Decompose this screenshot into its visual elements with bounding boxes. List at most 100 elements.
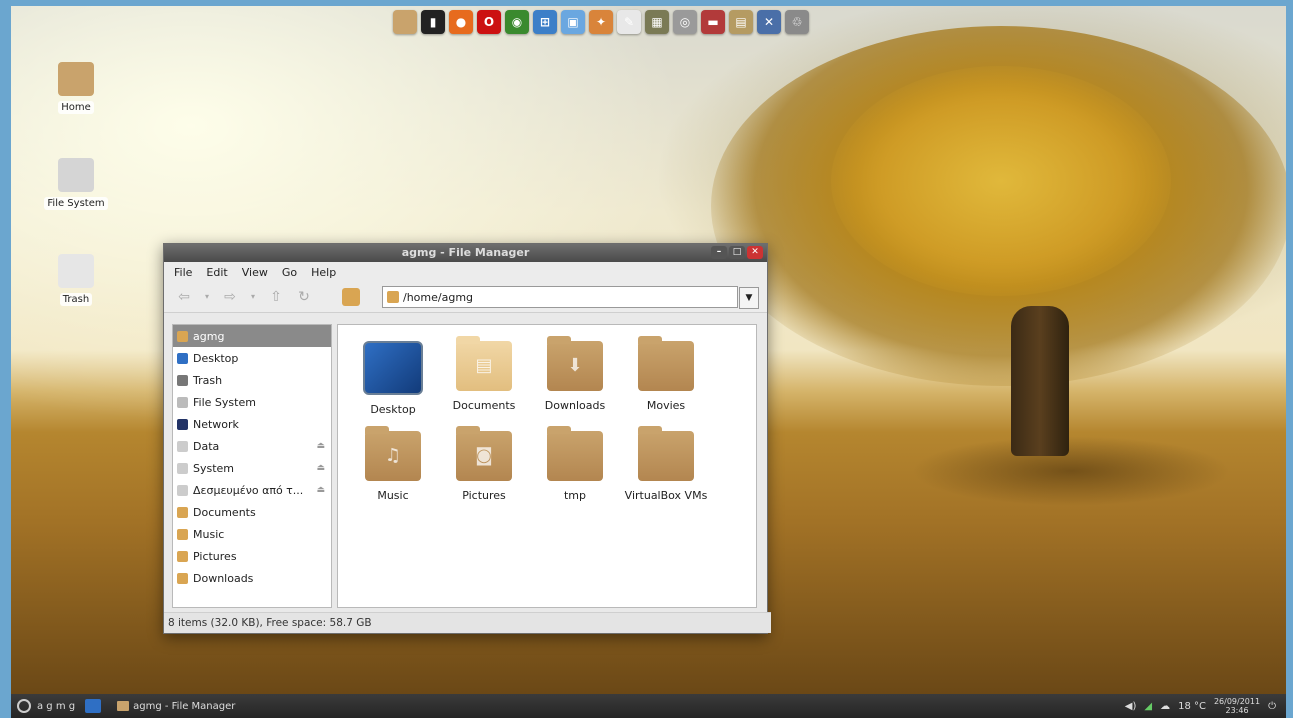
tree-trunk: [1011, 306, 1069, 456]
desktop-icon-label: File System: [44, 197, 108, 210]
sidebar-item-label: Desktop: [193, 351, 239, 365]
menu-icon[interactable]: [17, 699, 31, 713]
sidebar-item[interactable]: File System: [173, 391, 331, 413]
toolbox-icon[interactable]: ▬: [701, 10, 725, 34]
network-signal-icon[interactable]: ◢: [1144, 701, 1152, 712]
forward-button[interactable]: ⇨: [220, 287, 240, 307]
clock[interactable]: 26/09/2011 23:46: [1214, 697, 1260, 715]
desktop-icon-trash[interactable]: Trash: [36, 254, 116, 306]
trash-icon: [177, 374, 188, 386]
paint-icon[interactable]: ✦: [589, 10, 613, 34]
disc-icon[interactable]: ◎: [673, 10, 697, 34]
location-bar[interactable]: /home/agmg ▼: [382, 286, 759, 309]
window-titlebar[interactable]: agmg - File Manager – □ ✕: [164, 244, 767, 262]
eject-icon[interactable]: ⏏: [316, 463, 325, 473]
folder-emblem-icon: ♫: [384, 445, 402, 466]
settings-icon[interactable]: ✕: [757, 10, 781, 34]
menu-file[interactable]: File: [174, 266, 192, 279]
volume-icon[interactable]: ◀): [1125, 701, 1137, 712]
window-title: agmg - File Manager: [401, 246, 530, 259]
task-button-file-manager[interactable]: agmg - File Manager: [117, 701, 235, 712]
maximize-button[interactable]: □: [729, 246, 745, 259]
location-text[interactable]: /home/agmg: [403, 291, 473, 304]
up-button[interactable]: ⇧: [266, 287, 286, 307]
drive-icon: [58, 158, 94, 192]
opera-icon[interactable]: O: [477, 10, 501, 34]
file-item[interactable]: VirtualBox VMs: [621, 426, 711, 502]
menu-view[interactable]: View: [242, 266, 268, 279]
menu-go[interactable]: Go: [282, 266, 297, 279]
trash-icon[interactable]: ♲: [785, 10, 809, 34]
power-icon[interactable]: ⏻: [1268, 701, 1276, 712]
side-pane: agmg Desktop Trash File System Network Data ⏏ S…: [172, 324, 332, 608]
eject-icon[interactable]: ⏏: [316, 441, 325, 451]
back-button[interactable]: ⇦: [174, 287, 194, 307]
sidebar-item[interactable]: Network: [173, 413, 331, 435]
sidebar-item[interactable]: Desktop: [173, 347, 331, 369]
menu-edit[interactable]: Edit: [206, 266, 227, 279]
file-label: Documents: [452, 399, 516, 412]
desktop-folder-icon: [363, 341, 423, 395]
app-icon[interactable]: ⊞: [533, 10, 557, 34]
sidebar-item-label: agmg: [193, 329, 225, 343]
home-button[interactable]: [342, 288, 360, 306]
file-label: Movies: [646, 399, 686, 412]
desktop-icon-file-system[interactable]: File System: [36, 158, 116, 210]
file-item[interactable]: ⬇ Downloads: [530, 336, 620, 412]
trash-icon: [58, 254, 94, 288]
clock-date: 26/09/2011: [1213, 697, 1261, 706]
eject-icon[interactable]: ⏏: [316, 485, 325, 495]
desktop-icon: [177, 352, 188, 364]
file-item[interactable]: ◙ Pictures: [439, 426, 529, 502]
calculator-icon[interactable]: ▦: [645, 10, 669, 34]
sidebar-item[interactable]: Documents: [173, 501, 331, 523]
folder-icon: ◙: [456, 426, 512, 481]
sidebar-item-label: Δεσμευμένο από τ...: [193, 483, 304, 497]
sidebar-item[interactable]: Trash: [173, 369, 331, 391]
folder-icon: ♫: [365, 426, 421, 481]
sidebar-item[interactable]: Music: [173, 523, 331, 545]
file-item[interactable]: ▤ Documents: [439, 336, 529, 412]
drive-icon: [177, 462, 188, 474]
terminal-icon[interactable]: ▮: [421, 10, 445, 34]
forward-dropdown-icon[interactable]: ▾: [248, 287, 258, 307]
weather-temp[interactable]: 18 °C: [1178, 701, 1206, 712]
image-viewer-icon[interactable]: ▣: [561, 10, 585, 34]
folder-icon[interactable]: [393, 10, 417, 34]
file-item[interactable]: ♫ Music: [348, 426, 438, 502]
home-folder-icon: [58, 62, 94, 96]
close-button[interactable]: ✕: [747, 246, 763, 259]
sidebar-item-label: Network: [193, 417, 239, 431]
sidebar-item[interactable]: Downloads: [173, 567, 331, 589]
file-item[interactable]: Movies: [621, 336, 711, 412]
status-text: 8 items (32.0 KB), Free space: 58.7 GB: [168, 617, 372, 629]
file-item[interactable]: Desktop: [348, 341, 438, 416]
folder-icon: [638, 426, 694, 481]
file-label: Music: [377, 489, 409, 502]
reload-button[interactable]: ↻: [294, 287, 314, 307]
text-editor-icon[interactable]: ✎: [617, 10, 641, 34]
folder-icon: ⬇: [547, 336, 603, 391]
drive-icon: [177, 484, 188, 496]
minimize-button[interactable]: –: [711, 246, 727, 259]
sidebar-item-label: File System: [193, 395, 256, 409]
desktop-icon-home[interactable]: Home: [36, 62, 116, 114]
sidebar-item[interactable]: Δεσμευμένο από τ... ⏏: [173, 479, 331, 501]
back-dropdown-icon[interactable]: ▾: [202, 287, 212, 307]
chrome-icon[interactable]: ◉: [505, 10, 529, 34]
sidebar-item[interactable]: Pictures: [173, 545, 331, 567]
sidebar-item[interactable]: Data ⏏: [173, 435, 331, 457]
location-dropdown-button[interactable]: ▼: [739, 287, 759, 309]
menu-help[interactable]: Help: [311, 266, 336, 279]
file-item[interactable]: tmp: [530, 426, 620, 502]
folder-icon: ▤: [456, 336, 512, 391]
sidebar-item-label: Music: [193, 527, 225, 541]
show-desktop-button[interactable]: [85, 699, 102, 713]
sidebar-item[interactable]: agmg: [173, 325, 331, 347]
package-icon[interactable]: ▤: [729, 10, 753, 34]
user-name[interactable]: a g m g: [37, 701, 75, 712]
weather-icon[interactable]: ☁: [1160, 701, 1170, 712]
sidebar-item[interactable]: System ⏏: [173, 457, 331, 479]
firefox-icon[interactable]: ●: [449, 10, 473, 34]
folder-emblem-icon: ⬇: [567, 355, 583, 376]
